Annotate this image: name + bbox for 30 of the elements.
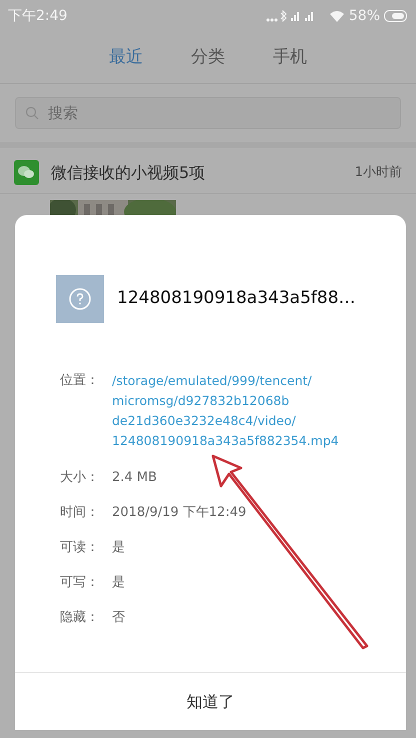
info-value: 是: [112, 539, 125, 557]
info-label: 大小：: [60, 469, 100, 487]
path-link[interactable]: /storage/emulated/999/tencent/: [112, 371, 339, 391]
tab[interactable]: 手机: [273, 44, 307, 70]
tab[interactable]: 最近: [109, 44, 143, 70]
status-time: 下午2:49: [8, 6, 68, 26]
info-label: 可读：: [60, 539, 100, 557]
file-name: 124808190918a343a5f88…: [117, 287, 356, 310]
file-icon: [56, 275, 104, 323]
info-label: 可写：: [60, 574, 100, 592]
tab[interactable]: 分类: [191, 44, 225, 70]
wifi-icon: [328, 10, 345, 22]
ok-button[interactable]: 知道了: [170, 682, 250, 722]
info-value: 否: [112, 609, 125, 627]
path-link[interactable]: de21d360e3232e48c4/video/: [112, 411, 339, 431]
chat-app-icon: [14, 160, 39, 185]
search-field[interactable]: 搜索: [15, 97, 401, 129]
group-title: 微信接收的小视频5项: [51, 162, 206, 184]
info-value: 2018/9/19 下午12:49: [112, 504, 246, 522]
battery-percent: 58%: [348, 6, 380, 26]
search-icon: [25, 106, 39, 120]
info-value: 是: [112, 574, 125, 592]
info-value: 2.4 MB: [112, 469, 157, 487]
path-link[interactable]: micromsg/d927832b12068b: [112, 391, 339, 411]
path-link[interactable]: 124808190918a343a5f882354.mp4: [112, 431, 339, 451]
path-label: 位置：: [60, 372, 100, 390]
info-label: 时间：: [60, 504, 100, 522]
battery-icon: [384, 10, 408, 22]
group-time: 1小时前: [354, 164, 402, 182]
info-label: 隐藏：: [60, 609, 100, 627]
